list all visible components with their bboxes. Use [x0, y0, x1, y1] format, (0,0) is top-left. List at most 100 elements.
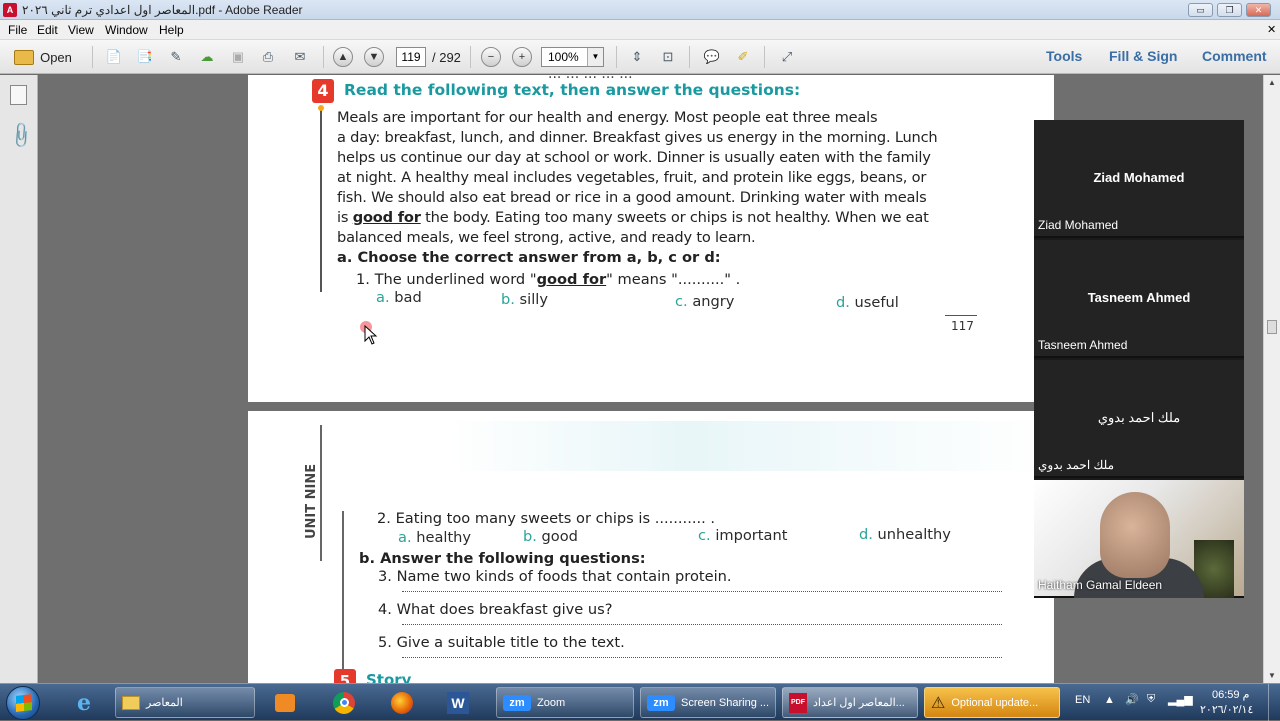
passage-line: Meals are important for our health and e…	[337, 109, 878, 126]
unit-label: UNIT NINE	[304, 463, 319, 539]
next-page-icon[interactable]: ▼	[364, 47, 384, 67]
page-thumbnails-icon[interactable]	[10, 85, 27, 105]
minimize-button[interactable]: ▭	[1188, 3, 1213, 17]
pdf-page-118: UNIT NINE 2. Eating too many sweets or c…	[248, 411, 1054, 683]
full-screen-icon[interactable]: ⤢	[775, 46, 799, 68]
q2-option-d: d. unhealthy	[859, 526, 951, 543]
adobe-reader-icon: A	[3, 3, 17, 17]
comment-bubble-icon[interactable]: 💬	[700, 46, 724, 68]
media-player-icon[interactable]	[259, 687, 311, 718]
question-1: 1. The underlined word "good for" means …	[356, 271, 741, 288]
fit-width-icon[interactable]: ⇕	[626, 46, 648, 68]
section-number: 4	[312, 79, 334, 103]
zoom-select[interactable]: 100% ▼	[541, 47, 604, 67]
participant-tile[interactable]: ملك احمد بدوي ملك احمد بدوي	[1034, 360, 1244, 478]
q1-option-a: a. bad	[376, 289, 422, 306]
save-icon[interactable]: ▣	[227, 46, 249, 68]
passage-line-underlined: is good for the body. Eating too many sw…	[337, 209, 929, 226]
page-number-input[interactable]: 119	[396, 47, 426, 67]
taskbar-zoom[interactable]: zm Zoom	[496, 687, 634, 718]
comment-link[interactable]: Comment	[1202, 48, 1267, 64]
taskbar-folder[interactable]: المعاصر	[115, 687, 255, 718]
print-icon[interactable]: ⎙	[257, 46, 279, 68]
clock-time[interactable]: 06:59 م	[1212, 688, 1249, 701]
volume-icon[interactable]: 🔊	[1125, 693, 1139, 706]
open-label: Open	[40, 49, 72, 65]
pdf-page-117: ... ... ... ... ... 4 Read the following…	[248, 75, 1054, 402]
network-icon[interactable]: ▂▄▆	[1168, 693, 1193, 706]
windows-logo-icon	[16, 694, 32, 712]
show-hidden-icons-icon[interactable]: ▲	[1104, 694, 1115, 706]
q2-option-b: b. good	[523, 528, 578, 545]
upload-cloud-icon[interactable]: ☁	[196, 46, 218, 68]
q1-option-b: b. silly	[501, 291, 548, 308]
menu-bar: File Edit View Window Help ✕	[0, 20, 1280, 40]
question-2: 2. Eating too many sweets or chips is ..…	[377, 510, 716, 527]
participant-tile[interactable]: Ziad Mohamed Ziad Mohamed	[1034, 120, 1244, 238]
menu-view[interactable]: View	[68, 23, 94, 37]
taskbar-optional-update[interactable]: ⚠ Optional update...	[924, 687, 1060, 718]
fit-page-icon[interactable]: ⊡	[657, 46, 679, 68]
tools-link[interactable]: Tools	[1046, 48, 1082, 64]
menu-help[interactable]: Help	[159, 23, 184, 37]
show-desktop-button[interactable]	[1268, 684, 1280, 721]
menu-file[interactable]: File	[8, 23, 27, 37]
part-b-heading: b. Answer the following questions:	[359, 550, 646, 567]
create-pdf-icon[interactable]: 📄	[103, 46, 125, 68]
menu-window[interactable]: Window	[105, 23, 148, 37]
passage-line: at night. A healthy meal includes vegeta…	[337, 169, 927, 186]
edit-pdf-icon[interactable]: ✎	[165, 46, 187, 68]
word-icon[interactable]: W	[432, 687, 484, 718]
email-icon[interactable]: ✉	[288, 46, 312, 68]
q2-option-a: a. healthy	[398, 529, 472, 546]
close-document-icon[interactable]: ✕	[1267, 23, 1276, 36]
folder-icon	[122, 695, 140, 710]
title-bar: A المعاصر اول اعدادي ترم ثاني ٢٠٢٦.pdf -…	[0, 0, 1280, 20]
part-a-heading: a. Choose the correct answer from a, b, …	[337, 249, 721, 266]
window-title: المعاصر اول اعدادي ترم ثاني ٢٠٢٦.pdf - A…	[22, 3, 303, 17]
clock-date[interactable]: ٢٠٢٦/٠٢/١٤	[1200, 703, 1253, 716]
underlined-phrase: good for	[352, 209, 421, 226]
export-pdf-icon[interactable]: 📑	[134, 46, 156, 68]
participant-name: Tasneem Ahmed	[1087, 290, 1191, 305]
question-5: 5. Give a suitable title to the text.	[378, 634, 625, 651]
internet-explorer-icon[interactable]: e	[58, 687, 110, 718]
start-button[interactable]	[6, 686, 40, 720]
next-section-number: 5	[334, 669, 356, 683]
language-indicator[interactable]: EN	[1075, 694, 1090, 706]
passage-line: a day: breakfast, lunch, and dinner. Bre…	[337, 129, 938, 146]
close-button[interactable]: ✕	[1246, 3, 1271, 17]
highlight-icon[interactable]: ✐	[731, 46, 755, 68]
participant-name: ملك احمد بدوي	[1097, 410, 1181, 425]
maximize-button[interactable]: ❐	[1217, 3, 1242, 17]
previous-page-icon[interactable]: ▲	[333, 47, 353, 67]
participant-video-tile[interactable]: Haitham Gamal Eldeen	[1034, 480, 1244, 598]
zoom-in-icon[interactable]: +	[512, 47, 532, 67]
attachments-icon[interactable]: 📎	[6, 120, 37, 151]
q1-option-d: d. useful	[836, 294, 899, 311]
zoom-participants-panel: Ziad Mohamed Ziad Mohamed Tasneem Ahmed …	[1034, 120, 1244, 598]
page-number: 117	[951, 319, 974, 333]
taskbar-screen-sharing[interactable]: zm Screen Sharing ...	[640, 687, 776, 718]
vertical-scrollbar[interactable]: ▲ ▼	[1263, 75, 1280, 683]
participant-tile[interactable]: Tasneem Ahmed Tasneem Ahmed	[1034, 240, 1244, 358]
toolbar: Open 📄 📑 ✎ ☁ ▣ ⎙ ✉ ▲ ▼ / 292 − + ⇕ ⊡ 💬 ✐…	[0, 40, 1280, 74]
question-1-underlined: good for	[536, 271, 607, 288]
question-4: 4. What does breakfast give us?	[378, 601, 613, 618]
page-total: / 292	[432, 49, 461, 65]
chrome-icon[interactable]	[318, 687, 370, 718]
security-icon[interactable]: ⛨	[1147, 693, 1155, 706]
zoom-out-icon[interactable]: −	[481, 47, 501, 67]
passage-line: balanced meals, we feel strong, active, …	[337, 229, 756, 246]
chevron-down-icon[interactable]: ▼	[587, 48, 603, 66]
scrollbar-thumb[interactable]	[1267, 320, 1277, 334]
menu-edit[interactable]: Edit	[37, 23, 58, 37]
participant-label: Ziad Mohamed	[1038, 218, 1119, 232]
firefox-icon[interactable]	[376, 687, 428, 718]
fill-sign-link[interactable]: Fill & Sign	[1109, 48, 1177, 64]
zoom-icon: zm	[503, 694, 531, 711]
open-button[interactable]: Open	[8, 46, 78, 68]
next-section-heading: Story	[366, 671, 412, 683]
participant-name: Ziad Mohamed	[1093, 170, 1185, 185]
taskbar-adobe-reader[interactable]: PDF المعاصر اول اعداد...	[782, 687, 918, 718]
